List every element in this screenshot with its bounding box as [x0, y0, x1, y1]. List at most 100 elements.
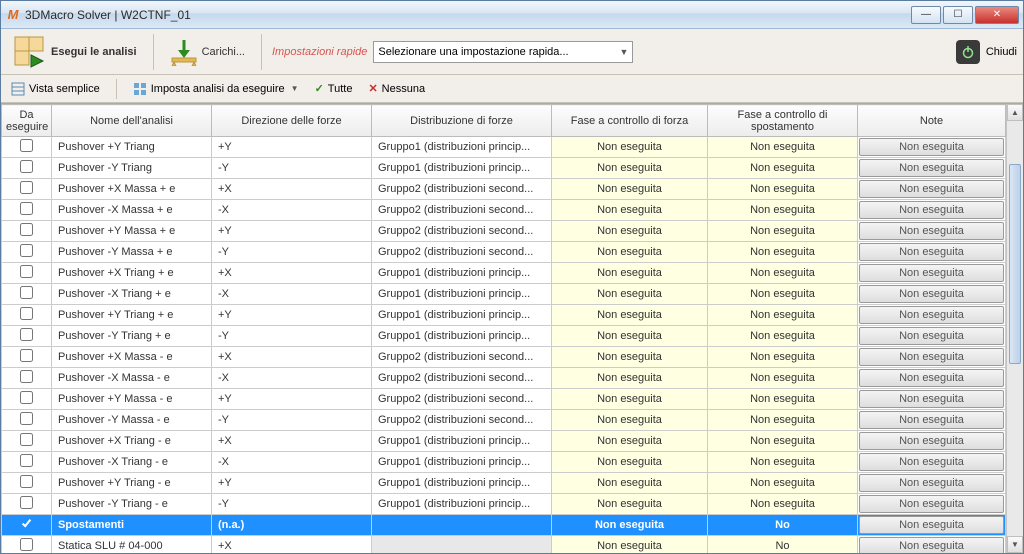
cell-checkbox[interactable] — [2, 452, 52, 473]
table-row[interactable]: Statica SLU # 04-000+XNon eseguitaNoNon … — [2, 536, 1006, 554]
note-button[interactable]: Non eseguita — [859, 201, 1004, 219]
cell-fase-forza[interactable]: Non eseguita — [552, 200, 708, 221]
cell-direzione[interactable]: (n.a.) — [212, 515, 372, 536]
cell-fase-forza[interactable]: Non eseguita — [552, 158, 708, 179]
cell-direzione[interactable]: +Y — [212, 389, 372, 410]
cell-nome[interactable]: Pushover +Y Massa - e — [52, 389, 212, 410]
cell-direzione[interactable]: +Y — [212, 137, 372, 158]
row-checkbox[interactable] — [20, 202, 33, 215]
cell-direzione[interactable]: +X — [212, 179, 372, 200]
carichi-button[interactable]: Carichi... — [164, 36, 251, 68]
row-checkbox[interactable] — [20, 160, 33, 173]
table-row[interactable]: Pushover +Y Triang+YGruppo1 (distribuzio… — [2, 137, 1006, 158]
cell-nome[interactable]: Pushover -X Triang - e — [52, 452, 212, 473]
cell-fase-spost[interactable]: Non eseguita — [708, 305, 858, 326]
col-nome[interactable]: Nome dell'analisi — [52, 105, 212, 137]
table-row[interactable]: Pushover -Y Massa - e-YGruppo2 (distribu… — [2, 410, 1006, 431]
cell-checkbox[interactable] — [2, 305, 52, 326]
note-button[interactable]: Non eseguita — [859, 537, 1004, 553]
cell-fase-forza[interactable]: Non eseguita — [552, 473, 708, 494]
cell-checkbox[interactable] — [2, 263, 52, 284]
cell-distribuzione[interactable]: Gruppo2 (distribuzioni second... — [372, 368, 552, 389]
table-row[interactable]: Pushover +X Triang + e+XGruppo1 (distrib… — [2, 263, 1006, 284]
row-checkbox[interactable] — [20, 181, 33, 194]
cell-nome[interactable]: Pushover -Y Massa + e — [52, 242, 212, 263]
cell-nome[interactable]: Pushover +Y Triang + e — [52, 305, 212, 326]
cell-distribuzione[interactable] — [372, 536, 552, 554]
cell-nome[interactable]: Pushover +Y Triang - e — [52, 473, 212, 494]
cell-nome[interactable]: Pushover +Y Triang — [52, 137, 212, 158]
row-checkbox[interactable] — [20, 139, 33, 152]
cell-direzione[interactable]: +X — [212, 536, 372, 554]
nessuna-button[interactable]: ✕ Nessuna — [364, 80, 429, 97]
cell-fase-spost[interactable]: Non eseguita — [708, 179, 858, 200]
cell-fase-spost[interactable]: Non eseguita — [708, 263, 858, 284]
cell-direzione[interactable]: -Y — [212, 242, 372, 263]
cell-direzione[interactable]: -Y — [212, 326, 372, 347]
cell-distribuzione[interactable]: Gruppo1 (distribuzioni princip... — [372, 284, 552, 305]
cell-distribuzione[interactable]: Gruppo2 (distribuzioni second... — [372, 410, 552, 431]
cell-distribuzione[interactable]: Gruppo2 (distribuzioni second... — [372, 179, 552, 200]
cell-distribuzione[interactable]: Gruppo1 (distribuzioni princip... — [372, 137, 552, 158]
table-row[interactable]: Spostamenti(n.a.)Non eseguitaNoNon esegu… — [2, 515, 1006, 536]
table-row[interactable]: Pushover -Y Massa + e-YGruppo2 (distribu… — [2, 242, 1006, 263]
cell-fase-spost[interactable]: Non eseguita — [708, 284, 858, 305]
row-checkbox[interactable] — [20, 286, 33, 299]
titlebar[interactable]: M 3DMacro Solver | W2CTNF_01 — ☐ ✕ — [1, 1, 1023, 29]
row-checkbox[interactable] — [20, 265, 33, 278]
cell-checkbox[interactable] — [2, 242, 52, 263]
chiudi-label[interactable]: Chiudi — [986, 46, 1017, 58]
cell-direzione[interactable]: +Y — [212, 473, 372, 494]
row-checkbox[interactable] — [20, 244, 33, 257]
cell-distribuzione[interactable]: Gruppo2 (distribuzioni second... — [372, 221, 552, 242]
cell-checkbox[interactable] — [2, 221, 52, 242]
cell-fase-forza[interactable]: Non eseguita — [552, 431, 708, 452]
note-button[interactable]: Non eseguita — [859, 348, 1004, 366]
note-button[interactable]: Non eseguita — [859, 390, 1004, 408]
cell-direzione[interactable]: +Y — [212, 305, 372, 326]
cell-fase-spost[interactable]: Non eseguita — [708, 368, 858, 389]
cell-distribuzione[interactable]: Gruppo2 (distribuzioni second... — [372, 347, 552, 368]
cell-fase-forza[interactable]: Non eseguita — [552, 536, 708, 554]
scroll-thumb[interactable] — [1009, 164, 1021, 364]
col-distribuzione[interactable]: Distribuzione di forze — [372, 105, 552, 137]
cell-checkbox[interactable] — [2, 200, 52, 221]
table-row[interactable]: Pushover -X Triang + e-XGruppo1 (distrib… — [2, 284, 1006, 305]
tutte-button[interactable]: ✓ Tutte — [311, 80, 357, 97]
maximize-button[interactable]: ☐ — [943, 6, 973, 24]
table-row[interactable]: Pushover -Y Triang + e-YGruppo1 (distrib… — [2, 326, 1006, 347]
note-button[interactable]: Non eseguita — [859, 243, 1004, 261]
note-button[interactable]: Non eseguita — [859, 285, 1004, 303]
cell-fase-spost[interactable]: Non eseguita — [708, 494, 858, 515]
note-button[interactable]: Non eseguita — [859, 432, 1004, 450]
cell-distribuzione[interactable]: Gruppo1 (distribuzioni princip... — [372, 158, 552, 179]
note-button[interactable]: Non eseguita — [859, 138, 1004, 156]
cell-fase-spost[interactable]: Non eseguita — [708, 158, 858, 179]
scroll-down-button[interactable]: ▼ — [1007, 536, 1023, 553]
cell-checkbox[interactable] — [2, 473, 52, 494]
cell-distribuzione[interactable]: Gruppo1 (distribuzioni princip... — [372, 473, 552, 494]
cell-nome[interactable]: Pushover -Y Massa - e — [52, 410, 212, 431]
cell-fase-forza[interactable]: Non eseguita — [552, 494, 708, 515]
cell-distribuzione[interactable]: Gruppo1 (distribuzioni princip... — [372, 431, 552, 452]
note-button[interactable]: Non eseguita — [859, 369, 1004, 387]
cell-nome[interactable]: Pushover -Y Triang - e — [52, 494, 212, 515]
cell-direzione[interactable]: +X — [212, 431, 372, 452]
cell-fase-forza[interactable]: Non eseguita — [552, 410, 708, 431]
cell-direzione[interactable]: +X — [212, 263, 372, 284]
row-checkbox[interactable] — [20, 349, 33, 362]
row-checkbox[interactable] — [20, 454, 33, 467]
table-row[interactable]: Pushover +Y Triang - e+YGruppo1 (distrib… — [2, 473, 1006, 494]
power-button[interactable] — [956, 40, 980, 64]
cell-distribuzione[interactable]: Gruppo2 (distribuzioni second... — [372, 200, 552, 221]
note-button[interactable]: Non eseguita — [859, 327, 1004, 345]
cell-checkbox[interactable] — [2, 515, 52, 536]
col-fase-forza[interactable]: Fase a controllo di forza — [552, 105, 708, 137]
cell-fase-forza[interactable]: Non eseguita — [552, 305, 708, 326]
cell-fase-spost[interactable]: Non eseguita — [708, 473, 858, 494]
cell-checkbox[interactable] — [2, 431, 52, 452]
note-button[interactable]: Non eseguita — [859, 411, 1004, 429]
table-row[interactable]: Pushover +X Massa - e+XGruppo2 (distribu… — [2, 347, 1006, 368]
row-checkbox[interactable] — [20, 307, 33, 320]
cell-fase-forza[interactable]: Non eseguita — [552, 242, 708, 263]
